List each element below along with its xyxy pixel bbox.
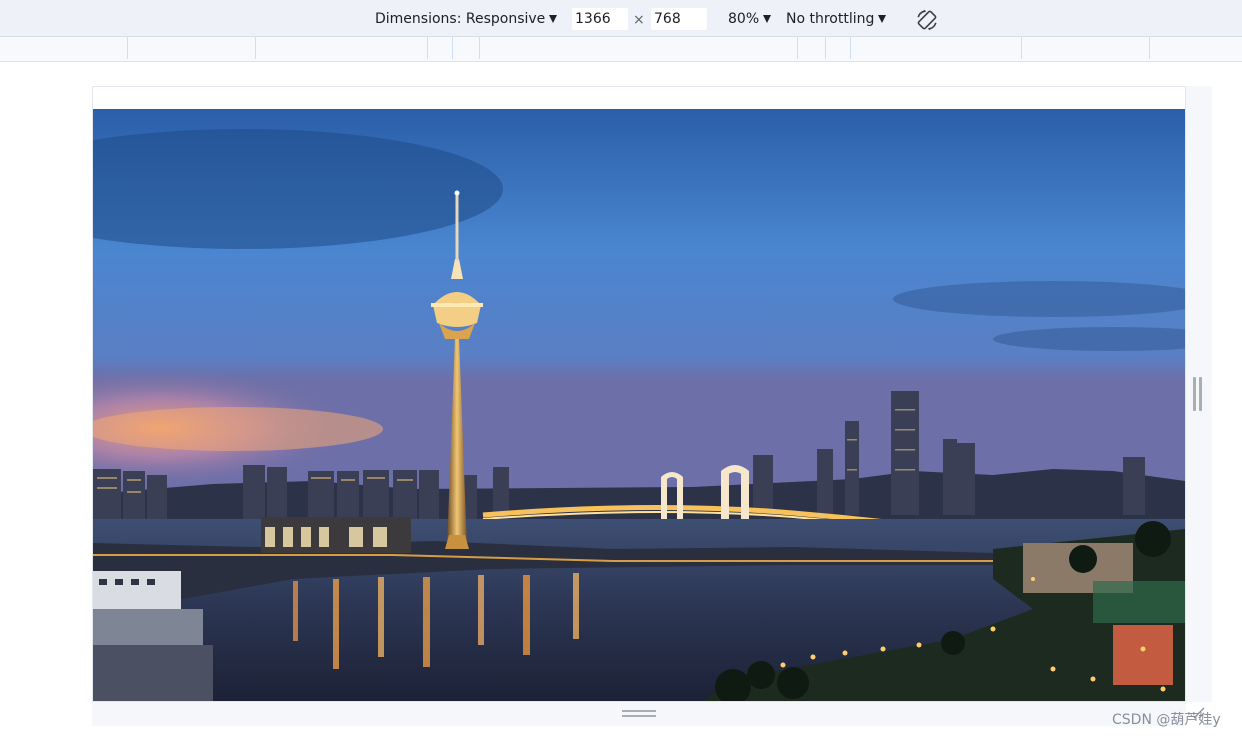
rotate-icon	[917, 9, 937, 31]
triangle-down-icon	[763, 15, 772, 23]
ruler-tick	[1149, 37, 1150, 59]
bottom-resize-handle[interactable]	[622, 710, 656, 717]
media-query-ruler[interactable]	[0, 37, 1242, 62]
dimensions-dropdown[interactable]: Dimensions: Responsive	[375, 9, 558, 29]
ruler-tick	[427, 37, 428, 59]
zoom-label: 80%	[728, 11, 760, 27]
device-viewport	[92, 86, 1186, 702]
height-input[interactable]	[651, 8, 707, 30]
throttling-dropdown[interactable]: No throttling	[786, 9, 887, 29]
ruler-tick	[797, 37, 798, 59]
ruler-tick	[1021, 37, 1022, 59]
device-toolbar: Dimensions: Responsive × 80% No throttli…	[0, 0, 1242, 37]
ruler-tick	[255, 37, 256, 59]
ruler-tick	[825, 37, 826, 59]
dimensions-label: Dimensions: Responsive	[375, 11, 546, 27]
width-input[interactable]	[572, 8, 628, 30]
watermark-text: CSDN @葫芦娃y	[1112, 712, 1221, 728]
ruler-tick	[850, 37, 851, 59]
triangle-down-icon	[549, 15, 558, 23]
ruler-tick	[127, 37, 128, 59]
zoom-dropdown[interactable]: 80%	[728, 9, 772, 29]
ruler-tick	[452, 37, 453, 59]
dimension-separator: ×	[633, 12, 645, 28]
triangle-down-icon	[878, 15, 887, 23]
throttling-label: No throttling	[786, 11, 875, 27]
right-resize-handle[interactable]	[1193, 377, 1202, 411]
ruler-tick	[479, 37, 480, 59]
rotate-button[interactable]	[914, 7, 940, 33]
city-night-photo	[93, 109, 1185, 701]
